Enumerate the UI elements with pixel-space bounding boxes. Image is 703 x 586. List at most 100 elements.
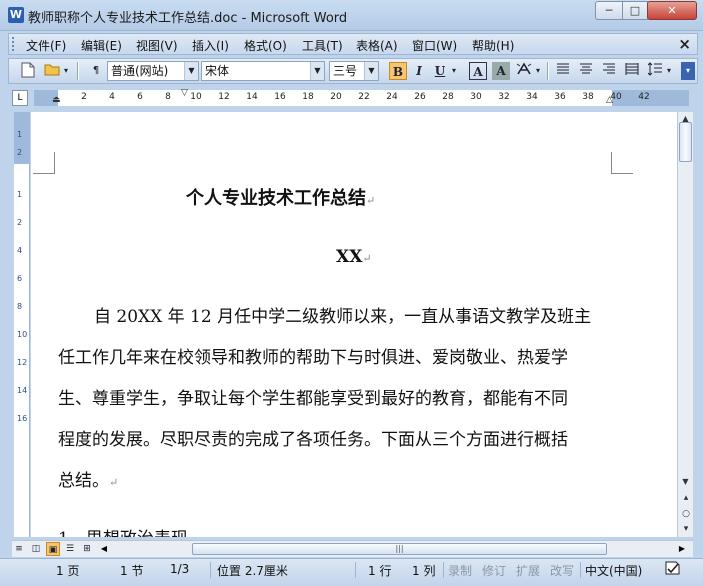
menu-format[interactable]: 格式(O) bbox=[244, 37, 287, 54]
scroll-right-arrow-icon[interactable]: ▶ bbox=[676, 542, 688, 556]
style-select[interactable]: 普通(网站) ▼ bbox=[107, 61, 199, 81]
font-size-select[interactable]: 三号 ▼ bbox=[329, 61, 379, 81]
chevron-down-icon[interactable]: ▼ bbox=[310, 62, 324, 80]
status-bar: 1 页 1 节 1/3 位置 2.7厘米 1 行 1 列 录制 修订 扩展 改写… bbox=[0, 558, 703, 586]
status-line: 1 行 bbox=[368, 564, 392, 578]
scroll-left-arrow-icon[interactable]: ◀ bbox=[98, 542, 110, 556]
horizontal-ruler[interactable]: ⏏ ▽ △ 2 4 6 8 10 12 14 16 18 20 22 24 26… bbox=[34, 88, 689, 106]
status-track-changes-toggle[interactable]: 修订 bbox=[482, 562, 506, 579]
page-corner-mark bbox=[611, 152, 633, 174]
document-author-text: XX bbox=[336, 247, 363, 267]
first-line-indent-marker[interactable]: ▽ bbox=[181, 88, 188, 98]
horizontal-scrollbar-row: ≡ ◫ ▣ ☰ ⊞ ◀ ||| ▶ bbox=[12, 540, 693, 557]
normal-view-icon[interactable]: ≡ bbox=[12, 542, 26, 556]
align-justify-icon[interactable] bbox=[554, 62, 572, 80]
status-section: 1 节 bbox=[120, 564, 144, 578]
previous-page-icon[interactable]: ▴ bbox=[680, 492, 692, 504]
document-title-text: 个人专业技术工作总结 bbox=[186, 188, 366, 209]
web-view-icon[interactable]: ◫ bbox=[29, 542, 43, 556]
section-heading[interactable]: 1、思想政治表现 bbox=[58, 524, 188, 537]
vertical-scrollbar[interactable]: ▲ ▼ ▴ ○ ▾ bbox=[677, 112, 693, 537]
status-position: 位置 2.7厘米 bbox=[217, 564, 288, 578]
ruler-tick-label: 26 bbox=[414, 92, 426, 102]
character-border-button[interactable]: A bbox=[469, 62, 487, 80]
ruler-tick-label: 20 bbox=[330, 92, 342, 102]
line-spacing-dropdown-icon[interactable]: ▾ bbox=[664, 62, 674, 80]
scroll-down-arrow-icon[interactable]: ▼ bbox=[678, 475, 693, 489]
spelling-status-icon[interactable] bbox=[664, 560, 682, 579]
open-dropdown-icon[interactable]: ▾ bbox=[61, 62, 71, 80]
bold-button[interactable]: B bbox=[389, 62, 407, 80]
menu-edit[interactable]: 编辑(E) bbox=[81, 37, 122, 54]
status-extend-toggle[interactable]: 扩展 bbox=[516, 562, 540, 579]
document-author[interactable]: XX↵ bbox=[336, 247, 372, 267]
font-select[interactable]: 宋体 ▼ bbox=[201, 61, 325, 81]
formatting-toolbar: ▾ ¶ 普通(网站) ▼ 宋体 ▼ 三号 ▼ B I U ▾ A A ▾ ▾ ▾ bbox=[8, 58, 698, 84]
paragraph-mark: ↵ bbox=[366, 194, 376, 207]
chevron-down-icon[interactable]: ▼ bbox=[364, 62, 378, 80]
menu-tools[interactable]: 工具(T) bbox=[302, 37, 343, 54]
close-window-button[interactable]: ✕ bbox=[647, 1, 697, 20]
menu-view[interactable]: 视图(V) bbox=[136, 37, 178, 54]
tab-selector-icon[interactable]: L bbox=[12, 90, 28, 106]
toolbar-separator bbox=[547, 62, 549, 80]
vruler-tick-label: 2 bbox=[17, 148, 23, 157]
status-divider bbox=[210, 562, 211, 578]
outline-view-icon[interactable]: ☰ bbox=[63, 542, 77, 556]
menu-window[interactable]: 窗口(W) bbox=[412, 37, 457, 54]
menu-file[interactable]: 文件(F) bbox=[26, 37, 66, 54]
vruler-tick-label: 1 bbox=[17, 130, 23, 139]
underline-button[interactable]: U bbox=[431, 62, 449, 80]
document-page[interactable]: 个人专业技术工作总结↵ XX↵ 自 20XX 年 12 月任中学二级教师以来，一… bbox=[31, 112, 677, 537]
ruler-tick-label: 24 bbox=[386, 92, 398, 102]
vruler-tick-label: 16 bbox=[17, 414, 28, 423]
line-spacing-icon[interactable] bbox=[646, 62, 664, 80]
italic-button[interactable]: I bbox=[410, 62, 428, 80]
status-overtype-toggle[interactable]: 改写 bbox=[550, 562, 574, 579]
body-paragraph[interactable]: 自 20XX 年 12 月任中学二级教师以来，一直从事语文教学及班主 任工作几年… bbox=[58, 297, 614, 503]
menu-help[interactable]: 帮助(H) bbox=[472, 37, 514, 54]
new-document-icon[interactable] bbox=[19, 62, 37, 80]
reading-view-icon[interactable]: ⊞ bbox=[80, 542, 94, 556]
align-right-icon[interactable] bbox=[600, 62, 618, 80]
vruler-tick-label: 12 bbox=[17, 358, 28, 367]
ruler-tick-label: 40 bbox=[610, 92, 622, 102]
document-title[interactable]: 个人专业技术工作总结↵ bbox=[186, 184, 375, 210]
underline-dropdown-icon[interactable]: ▾ bbox=[449, 62, 459, 80]
ruler-tick-label: 42 bbox=[638, 92, 650, 102]
status-record-toggle[interactable]: 录制 bbox=[448, 562, 472, 579]
chevron-down-icon[interactable]: ▼ bbox=[184, 62, 198, 80]
maximize-button[interactable]: □ bbox=[622, 1, 648, 20]
vertical-scroll-thumb[interactable] bbox=[679, 122, 692, 162]
minimize-button[interactable]: ─ bbox=[595, 1, 623, 20]
next-page-icon[interactable]: ▾ bbox=[680, 523, 692, 535]
print-layout-view-icon[interactable]: ▣ bbox=[46, 542, 60, 556]
paragraph-line: 任工作几年来在校领导和教师的帮助下与时俱进、爱岗敬业、热爱学 bbox=[58, 348, 568, 368]
character-scaling-icon[interactable] bbox=[515, 62, 533, 80]
scaling-dropdown-icon[interactable]: ▾ bbox=[533, 62, 543, 80]
distributed-align-icon[interactable] bbox=[623, 62, 641, 80]
close-document-button[interactable]: × bbox=[678, 35, 691, 53]
ruler-tick-label: 10 bbox=[190, 92, 202, 102]
vruler-tick-label: 14 bbox=[17, 386, 28, 395]
open-folder-icon[interactable] bbox=[43, 62, 61, 80]
character-shading-button[interactable]: A bbox=[492, 62, 510, 80]
styles-pane-icon[interactable]: ¶ bbox=[87, 62, 105, 80]
vruler-tick-label: 1 bbox=[17, 190, 23, 199]
toolbar-options-icon[interactable]: ▾ bbox=[681, 62, 695, 80]
menu-grip-handle[interactable] bbox=[12, 37, 15, 51]
ruler-tick-label: 16 bbox=[274, 92, 286, 102]
left-indent-marker[interactable]: ⏏ bbox=[52, 95, 61, 105]
paragraph-line: 自 20XX 年 12 月任中学二级教师以来，一直从事语文教学及班主 bbox=[94, 307, 592, 327]
horizontal-scroll-thumb[interactable]: ||| bbox=[192, 543, 607, 555]
ruler-tick-label: 28 bbox=[442, 92, 454, 102]
word-app-icon[interactable]: W bbox=[8, 7, 24, 23]
status-divider bbox=[580, 562, 581, 578]
status-column: 1 列 bbox=[412, 564, 436, 578]
status-language[interactable]: 中文(中国) bbox=[585, 562, 642, 579]
select-browse-object-icon[interactable]: ○ bbox=[680, 508, 692, 520]
vertical-ruler[interactable]: 1 2 1 2 4 6 8 10 12 14 16 bbox=[14, 112, 30, 537]
menu-insert[interactable]: 插入(I) bbox=[192, 37, 229, 54]
menu-table[interactable]: 表格(A) bbox=[356, 37, 398, 54]
align-center-icon[interactable] bbox=[577, 62, 595, 80]
